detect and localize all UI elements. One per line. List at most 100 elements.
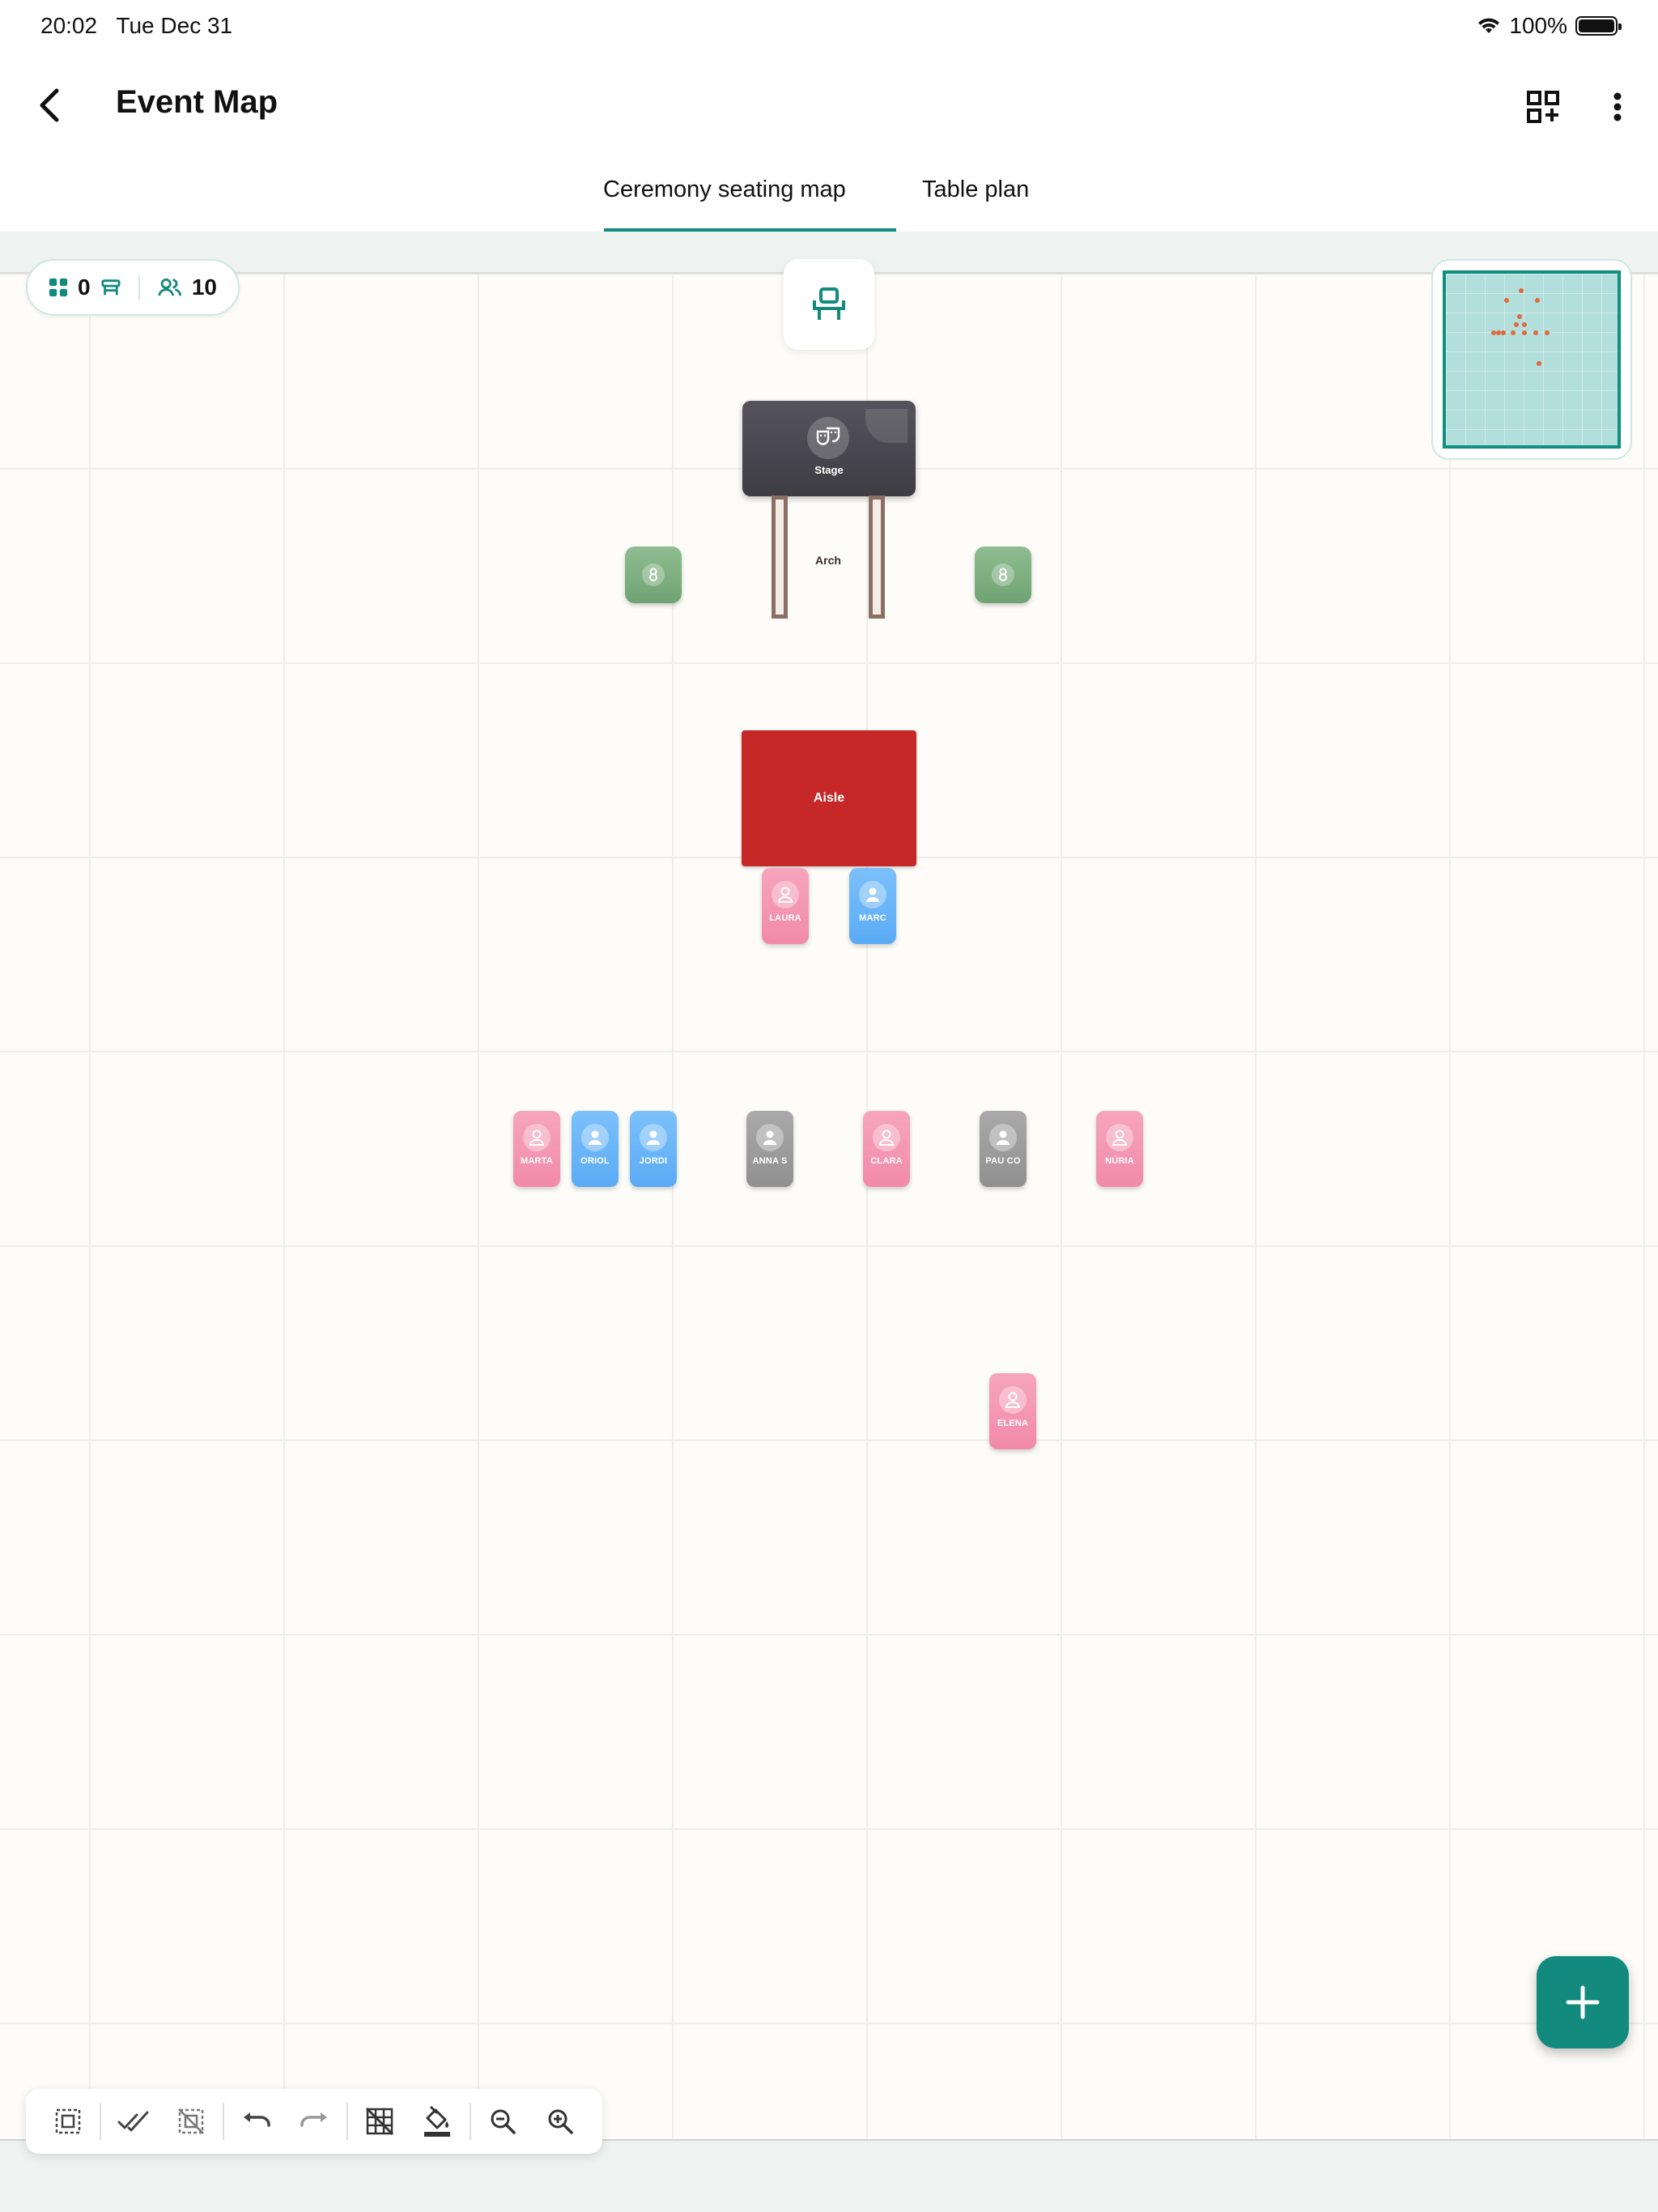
seat-guest-name: MARC <box>859 913 886 923</box>
wifi-icon <box>1478 18 1500 33</box>
guest-seat[interactable]: MARTA <box>513 1111 560 1187</box>
stage-corner-decoration <box>865 409 908 443</box>
tab-ceremony-seating-map[interactable]: Ceremony seating map <box>603 177 846 203</box>
grid-off-icon <box>366 2107 394 2136</box>
stage-label: Stage <box>814 464 844 476</box>
deselect-icon <box>177 2108 204 2134</box>
status-indicators: 100% <box>1477 13 1622 39</box>
seating-canvas[interactable] <box>0 272 1658 2139</box>
minimap-marker <box>1504 298 1509 303</box>
table-icon <box>100 279 121 296</box>
deselect-button[interactable] <box>162 2095 219 2147</box>
plant-decoration-left[interactable] <box>625 547 682 603</box>
minimap-marker <box>1545 330 1550 335</box>
seat-guest-name: JORDI <box>639 1156 668 1166</box>
guest-seat[interactable]: ELENA <box>989 1373 1036 1449</box>
battery-percent: 100% <box>1509 13 1567 38</box>
minimap-marker <box>1533 330 1538 335</box>
minimap-marker <box>1511 330 1516 335</box>
redo-icon <box>300 2112 327 2127</box>
select-all-icon <box>117 2111 149 2132</box>
zoom-in-button[interactable] <box>532 2095 589 2147</box>
toolbar-separator <box>346 2103 348 2140</box>
minimap-marker <box>1501 330 1506 335</box>
minimap[interactable] <box>1431 259 1632 460</box>
seat-guest-name: CLARA <box>870 1156 903 1166</box>
plus-icon <box>1566 1985 1600 2019</box>
minimap-marker <box>1519 288 1524 293</box>
minimap-marker <box>1522 322 1527 327</box>
toolbar-separator <box>100 2103 102 2140</box>
guest-seat[interactable]: ANNA S <box>746 1111 793 1187</box>
canvas-toolbar <box>26 2089 602 2154</box>
toolbar-separator <box>223 2103 225 2140</box>
add-element-button[interactable] <box>1537 1956 1629 2048</box>
minimap-marker <box>1514 322 1519 327</box>
minimap-viewport <box>1443 270 1621 449</box>
guest-seat[interactable]: ORIOL <box>572 1111 619 1187</box>
redo-button[interactable] <box>285 2095 342 2147</box>
guest-seat[interactable]: NÚRIA <box>1096 1111 1143 1187</box>
plant-icon <box>642 564 665 586</box>
person-icon <box>581 1124 609 1151</box>
person-icon <box>772 881 799 908</box>
grid-toggle-button[interactable] <box>351 2095 409 2147</box>
guest-seat[interactable]: JORDI <box>630 1111 677 1187</box>
page-title: Event Map <box>116 84 278 120</box>
seat-mode-button[interactable] <box>784 259 874 350</box>
select-area-button[interactable] <box>39 2095 96 2147</box>
person-icon <box>523 1124 551 1151</box>
plant-icon <box>992 564 1014 586</box>
qr-add-icon <box>1527 91 1559 123</box>
back-button[interactable] <box>24 79 76 131</box>
more-vert-icon <box>1613 92 1622 121</box>
chair-icon <box>813 287 845 320</box>
counter-separator <box>138 275 141 300</box>
person-icon <box>1106 1124 1133 1151</box>
arch-post-right[interactable] <box>869 496 885 619</box>
arch-post-left[interactable] <box>772 496 788 619</box>
seat-guest-name: ANNA S <box>752 1156 788 1166</box>
person-icon <box>999 1386 1027 1414</box>
seat-guest-name: ORIOL <box>580 1156 610 1166</box>
person-icon <box>989 1124 1017 1151</box>
person-icon <box>640 1124 667 1151</box>
stage-element[interactable]: Stage <box>742 401 916 496</box>
seat-guest-name: ELENA <box>997 1419 1029 1428</box>
select-area-icon <box>55 2108 80 2134</box>
arch-label: Arch <box>815 554 841 567</box>
zoom-out-icon <box>491 2109 517 2134</box>
seat-guest-name: NÚRIA <box>1105 1156 1134 1166</box>
person-icon <box>859 881 886 908</box>
select-all-button[interactable] <box>104 2095 162 2147</box>
aisle-element[interactable]: Aisle <box>742 730 916 866</box>
fill-color-icon <box>424 2105 451 2137</box>
minimap-marker <box>1517 314 1522 319</box>
undo-icon <box>243 2112 270 2127</box>
guest-seat[interactable]: PAU CO <box>980 1111 1027 1187</box>
battery-icon <box>1575 16 1622 36</box>
minimap-marker <box>1537 361 1541 366</box>
person-icon <box>873 1124 900 1151</box>
plant-decoration-right[interactable] <box>975 547 1031 603</box>
seat-guest-name: LAURA <box>769 913 801 923</box>
more-options-button[interactable] <box>1592 81 1643 133</box>
minimap-marker <box>1522 330 1527 335</box>
qr-code-button[interactable] <box>1517 81 1569 133</box>
counter-pill: 0 10 <box>26 259 240 316</box>
fill-color-button[interactable] <box>409 2095 466 2147</box>
zoom-out-button[interactable] <box>474 2095 532 2147</box>
minimap-marker <box>1535 298 1540 303</box>
guest-seat[interactable]: MARC <box>849 868 896 944</box>
seat-guest-name: PAU CO <box>985 1156 1021 1166</box>
toolbar-separator <box>469 2103 471 2140</box>
guest-seat[interactable]: LAURA <box>762 868 809 944</box>
guest-count: 10 <box>191 274 217 300</box>
back-arrow-icon <box>40 88 59 122</box>
grid-view-icon <box>49 278 68 297</box>
tab-table-plan[interactable]: Table plan <box>922 177 1029 203</box>
guest-seat[interactable]: CLARA <box>863 1111 910 1187</box>
theater-masks-icon <box>807 417 849 459</box>
table-count: 0 <box>78 274 91 300</box>
undo-button[interactable] <box>227 2095 285 2147</box>
